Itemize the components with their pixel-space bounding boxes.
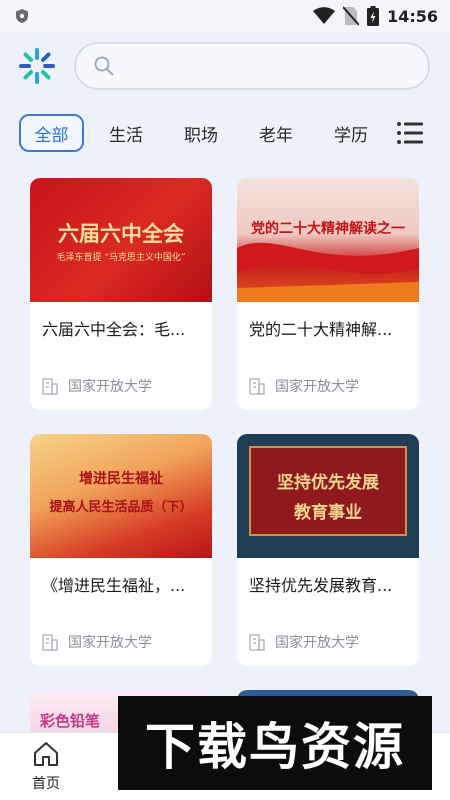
tab-life[interactable]: 生活	[96, 114, 156, 152]
course-title: 六届六中全会：毛...	[42, 320, 186, 339]
course-source: 国家开放大学	[42, 376, 152, 396]
status-bar: 14:56	[0, 0, 450, 32]
course-thumbnail: 坚持优先发展 教育事业	[237, 434, 419, 558]
thumbnail-subtitle: 提高人民生活品质（下）	[49, 500, 193, 515]
course-title: 党的二十大精神解...	[249, 320, 393, 339]
course-thumbnail: 增进民生福祉 提高人民生活品质（下）	[30, 434, 212, 558]
building-icon	[42, 378, 58, 395]
course-card[interactable]: 增进民生福祉 提高人民生活品质（下） 《增进民生福祉，... 国家开放大学	[30, 434, 212, 666]
thumbnail-title: 增进民生福祉	[79, 471, 163, 487]
source-name: 国家开放大学	[275, 635, 359, 651]
tab-degree[interactable]: 学历	[321, 114, 381, 152]
category-tabs: 全部 生活 职场 老年 学历	[0, 110, 450, 156]
home-icon	[34, 742, 58, 766]
tab-workplace[interactable]: 职场	[171, 114, 231, 152]
course-source: 国家开放大学	[249, 376, 359, 396]
nav-home-label: 首页	[32, 776, 60, 792]
category-menu-icon[interactable]	[396, 120, 424, 146]
thumbnail-title: 坚持优先发展	[277, 473, 379, 493]
source-name: 国家开放大学	[68, 635, 152, 651]
course-thumbnail: 党的二十大精神解读之一	[237, 178, 419, 302]
shield-icon	[16, 9, 28, 23]
tab-all[interactable]: 全部	[19, 114, 84, 152]
source-name: 国家开放大学	[275, 379, 359, 395]
header	[0, 36, 450, 96]
thumbnail-title: 党的二十大精神解读之一	[251, 221, 405, 237]
app-logo-icon[interactable]	[17, 46, 57, 86]
tab-senior[interactable]: 老年	[246, 114, 306, 152]
source-name: 国家开放大学	[68, 379, 152, 395]
building-icon	[249, 634, 265, 651]
course-card[interactable]: 六届六中全会 毛泽东首提 “马克思主义中国化” 六届六中全会：毛... 国家开放…	[30, 178, 212, 410]
course-title: 坚持优先发展教育...	[249, 576, 393, 595]
search-input[interactable]	[122, 52, 412, 80]
course-source: 国家开放大学	[42, 632, 152, 652]
building-icon	[249, 378, 265, 395]
thumbnail-title: 六届六中全会	[58, 221, 184, 246]
search-bar[interactable]	[74, 42, 430, 90]
course-source: 国家开放大学	[249, 632, 359, 652]
battery-icon	[367, 6, 380, 26]
watermark-overlay: 下载鸟资源	[118, 696, 432, 790]
status-time: 14:56	[387, 6, 438, 26]
thumbnail-subtitle: 毛泽东首提 “马克思主义中国化”	[56, 253, 186, 263]
red-banner-wave	[237, 242, 419, 302]
watermark-text: 下载鸟资源	[145, 718, 405, 776]
nav-home[interactable]: 首页	[18, 741, 74, 797]
no-sim-icon	[343, 6, 360, 26]
course-card[interactable]: 坚持优先发展 教育事业 坚持优先发展教育... 国家开放大学	[237, 434, 419, 666]
building-icon	[42, 634, 58, 651]
search-icon	[94, 56, 114, 76]
course-title: 《增进民生福祉，...	[42, 576, 186, 595]
thumbnail-title: 彩色铅笔	[40, 712, 101, 730]
course-thumbnail: 六届六中全会 毛泽东首提 “马克思主义中国化”	[30, 178, 212, 302]
course-card[interactable]: 党的二十大精神解读之一 党的二十大精神解... 国家开放大学	[237, 178, 419, 410]
wifi-icon	[313, 7, 336, 24]
thumbnail-subtitle: 教育事业	[294, 503, 362, 523]
